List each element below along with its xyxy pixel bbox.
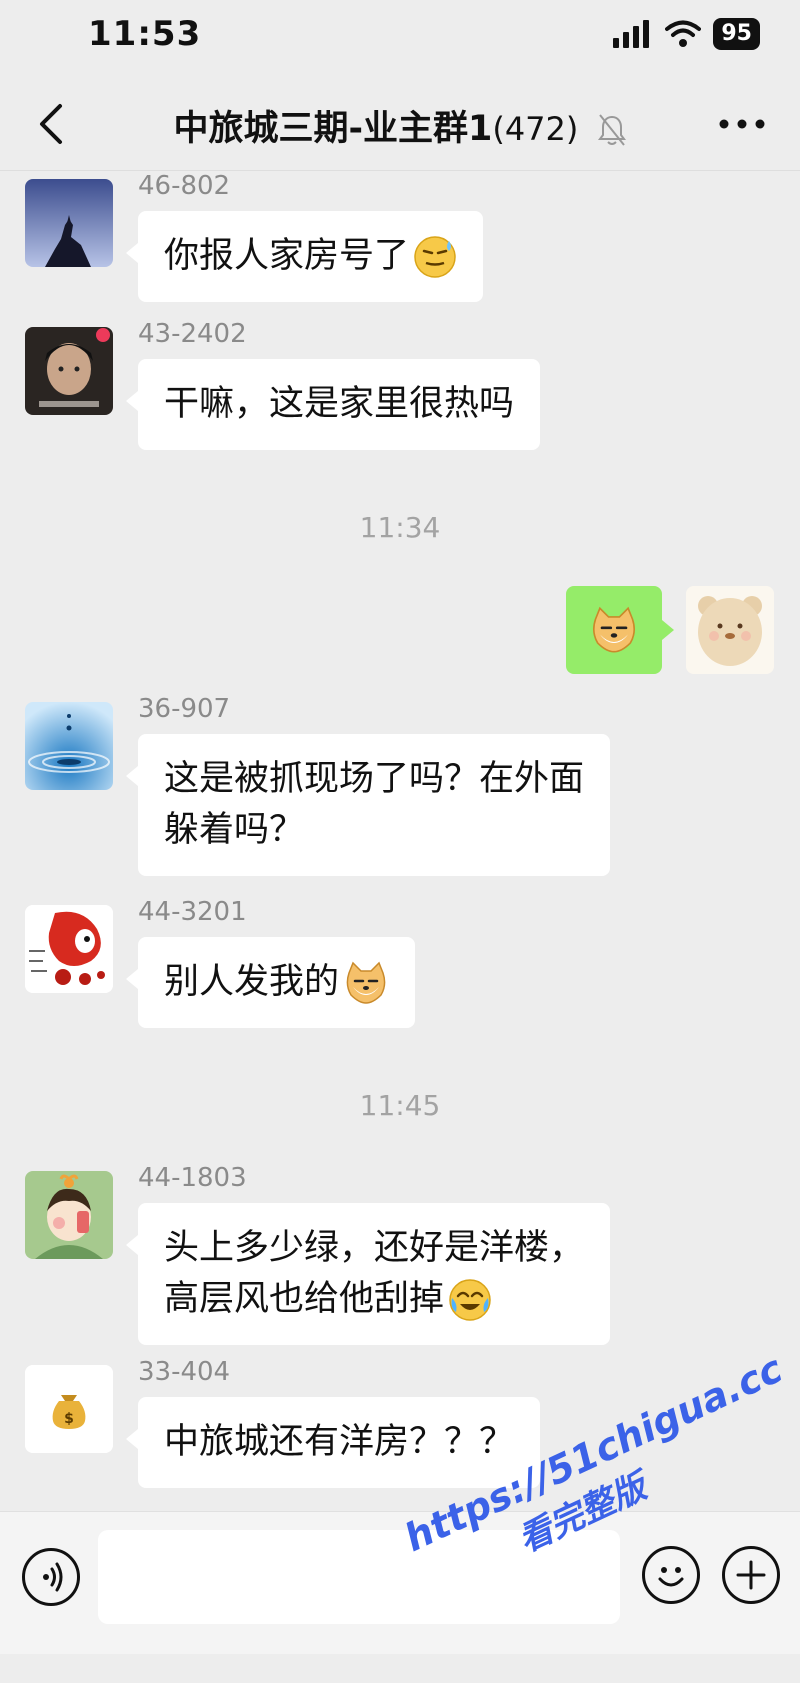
self-avatar[interactable] — [686, 586, 774, 674]
self-message-bubble[interactable] — [566, 586, 674, 674]
message-text: 头上多少绿，还好是洋楼， 高层风也给他刮掉 — [164, 1228, 585, 1319]
avatar[interactable]: $ — [25, 1365, 113, 1453]
mute-bell-icon — [597, 114, 626, 146]
sender-name: 36-907 — [138, 694, 231, 724]
sender-name: 43-2402 — [138, 319, 247, 349]
avatar[interactable] — [25, 179, 113, 267]
laugh-cry-emoji-icon — [449, 1279, 491, 1321]
more-button[interactable] — [712, 102, 772, 146]
chat-title: 中旅城三期-业主群1(472) — [0, 100, 800, 151]
message-text: 别人发我的 — [164, 962, 340, 1002]
voice-button[interactable] — [22, 1548, 80, 1606]
voice-icon — [43, 1562, 63, 1592]
wifi-icon — [665, 20, 702, 47]
more-dots-icon — [719, 119, 765, 129]
message-bubble[interactable]: 头上多少绿，还好是洋楼， 高层风也给他刮掉 — [125, 1203, 611, 1345]
avatar[interactable] — [25, 327, 113, 415]
sender-name: 46-802 — [138, 171, 231, 201]
message-bubble[interactable]: 干嘛，这是家里很热吗 — [125, 359, 541, 450]
doge-emoji-icon — [592, 606, 636, 653]
member-count: (472) — [492, 110, 579, 148]
svg-text:$: $ — [64, 1411, 74, 1427]
cellular-signal-icon — [613, 20, 650, 48]
message-text: 这是被抓现场了吗？在外面 躲着吗？ — [164, 759, 585, 850]
timestamp: 11:34 — [359, 511, 441, 544]
doge-emoji-icon — [346, 961, 386, 1004]
status-icons: 95 — [613, 18, 760, 50]
message-text: 中旅城还有洋房？？？ — [164, 1422, 515, 1462]
status-bar: 11:53 95 — [0, 0, 800, 70]
timestamp: 11:45 — [359, 1089, 441, 1122]
avatar[interactable] — [25, 1171, 113, 1259]
sender-name: 44-3201 — [138, 897, 247, 927]
group-name: 中旅城三期-业主群1 — [173, 109, 493, 149]
message-text: 你报人家房号了 — [164, 236, 410, 276]
avatar[interactable] — [25, 702, 113, 790]
nav-bar: 中旅城三期-业主群1(472) — [0, 80, 800, 171]
message-bubble[interactable]: 中旅城还有洋房？？？ — [125, 1397, 541, 1488]
sender-name: 44-1803 — [138, 1163, 247, 1193]
avatar[interactable] — [25, 905, 113, 993]
sweat-smile-emoji-icon — [414, 236, 456, 278]
status-time: 11:53 — [88, 14, 202, 54]
message-bubble[interactable]: 这是被抓现场了吗？在外面 躲着吗？ — [125, 734, 611, 876]
chat-area: 46-802 你报人家房号了 43-2402 干嘛，这是家里很热吗 11:34 — [0, 171, 800, 1511]
battery-indicator: 95 — [713, 18, 760, 50]
message-text: 干嘛，这是家里很热吗 — [164, 384, 515, 424]
message-bubble[interactable]: 别人发我的 — [125, 937, 416, 1028]
sender-name: 33-404 — [138, 1357, 231, 1387]
message-bubble[interactable]: 你报人家房号了 — [125, 211, 484, 302]
